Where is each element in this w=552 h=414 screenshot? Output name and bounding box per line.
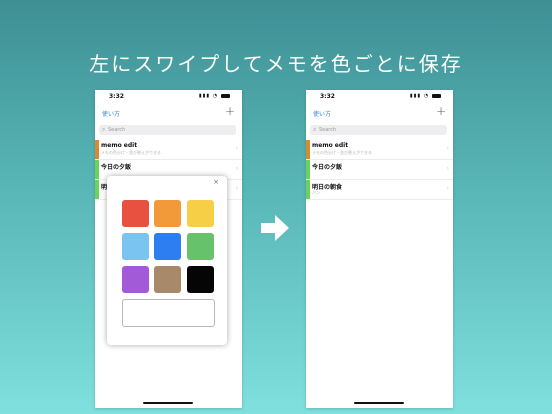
chevron-right-icon: › (235, 185, 238, 192)
color-swatch-black[interactable] (187, 266, 214, 293)
close-icon[interactable]: × (213, 178, 219, 186)
color-swatch-green[interactable] (187, 233, 214, 260)
chevron-right-icon: › (235, 165, 238, 172)
no-color-option[interactable] (122, 299, 215, 327)
color-swatch-light-blue[interactable] (122, 233, 149, 260)
memo-color-bar (95, 140, 99, 159)
color-picker-popup: × (107, 176, 227, 345)
search-placeholder: Search (107, 127, 126, 133)
memo-subtitle: メモの色分け・並び替えができる (312, 150, 372, 155)
memo-row[interactable]: memo edit メモの色分け・並び替えができる › (95, 140, 242, 160)
color-swatch-red[interactable] (122, 200, 149, 227)
battery-icon (221, 93, 230, 98)
signal-icon: ▮▮▮ (198, 93, 211, 99)
memo-title: memo edit (312, 142, 349, 149)
status-bar: 3:32 ▮▮▮ ◔ (107, 93, 236, 103)
memo-color-bar (95, 160, 99, 179)
chevron-right-icon: › (446, 185, 449, 192)
memo-row[interactable]: memo edit メモの色分け・並び替えができる › (306, 140, 453, 160)
color-swatch-blue[interactable] (154, 233, 181, 260)
home-indicator (143, 402, 193, 404)
search-placeholder: Search (318, 127, 337, 133)
wifi-icon: ◔ (423, 93, 430, 99)
status-time: 3:32 (109, 93, 124, 100)
battery-icon (432, 93, 441, 98)
memo-title: memo edit (101, 142, 138, 149)
memo-color-bar (95, 180, 99, 199)
color-swatch-purple[interactable] (122, 266, 149, 293)
right-phone-screen: 3:32 ▮▮▮ ◔ 使い方 + ⌕ Search memo edit メモの色… (306, 90, 453, 408)
memo-row[interactable]: 明日の朝食 パン › (306, 180, 453, 200)
search-icon: ⌕ (102, 126, 106, 133)
chevron-right-icon: › (446, 165, 449, 172)
add-icon[interactable]: + (225, 104, 235, 118)
memo-color-bar (306, 140, 310, 159)
status-time: 3:32 (320, 93, 335, 100)
headline: 左にスワイプしてメモを色ごとに保存 (89, 52, 463, 76)
how-to-use-button[interactable]: 使い方 (102, 109, 120, 118)
memo-subtitle: メモの色分け・並び替えができる (101, 150, 161, 155)
chevron-right-icon: › (235, 145, 238, 152)
color-swatch-yellow[interactable] (187, 200, 214, 227)
nav-bar: 使い方 + (306, 104, 453, 120)
home-indicator (354, 402, 404, 404)
color-swatch-orange[interactable] (154, 200, 181, 227)
memo-title: 今日の夕飯 (101, 164, 132, 171)
signal-icon: ▮▮▮ (409, 93, 422, 99)
chevron-right-icon: › (446, 145, 449, 152)
wifi-icon: ◔ (212, 93, 219, 99)
search-input[interactable]: ⌕ Search (99, 125, 236, 135)
arrow-right-icon (261, 215, 289, 241)
search-icon: ⌕ (313, 126, 317, 133)
status-bar: 3:32 ▮▮▮ ◔ (318, 93, 447, 103)
nav-bar: 使い方 + (95, 104, 242, 120)
memo-color-bar (306, 180, 310, 199)
memo-title: 今日の夕飯 (312, 164, 343, 171)
memo-list: memo edit メモの色分け・並び替えができる › 今日の夕飯 › 明日の朝… (306, 140, 453, 200)
memo-subtitle: パン (312, 190, 321, 195)
color-swatch-brown[interactable] (154, 266, 181, 293)
how-to-use-button[interactable]: 使い方 (313, 109, 331, 118)
memo-row[interactable]: 今日の夕飯 › (306, 160, 453, 180)
add-icon[interactable]: + (436, 104, 446, 118)
memo-color-bar (306, 160, 310, 179)
search-input[interactable]: ⌕ Search (310, 125, 447, 135)
